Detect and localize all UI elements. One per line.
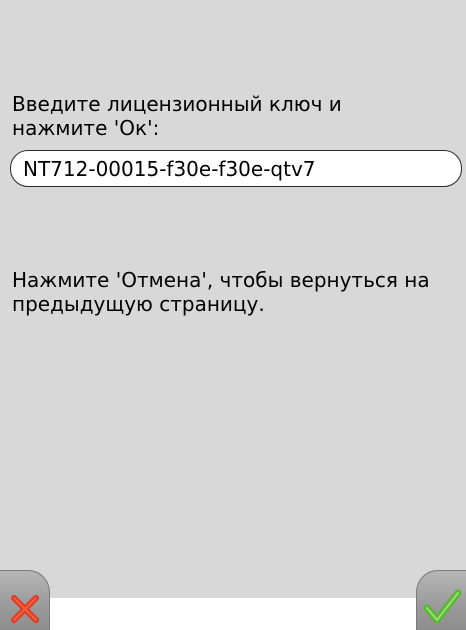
license-key-screen: Введите лицензионный ключ и нажмите 'Ок'… xyxy=(0,0,466,630)
ok-button[interactable] xyxy=(416,570,466,630)
cancel-hint-text: Нажмите 'Отмена', чтобы вернуться на пре… xyxy=(12,268,430,316)
bottom-bar xyxy=(0,598,466,630)
cancel-button[interactable] xyxy=(0,570,50,630)
license-key-prompt: Введите лицензионный ключ и нажмите 'Ок'… xyxy=(12,92,342,140)
checkmark-icon xyxy=(422,587,462,627)
close-icon xyxy=(7,591,43,627)
license-key-input[interactable] xyxy=(10,150,462,187)
